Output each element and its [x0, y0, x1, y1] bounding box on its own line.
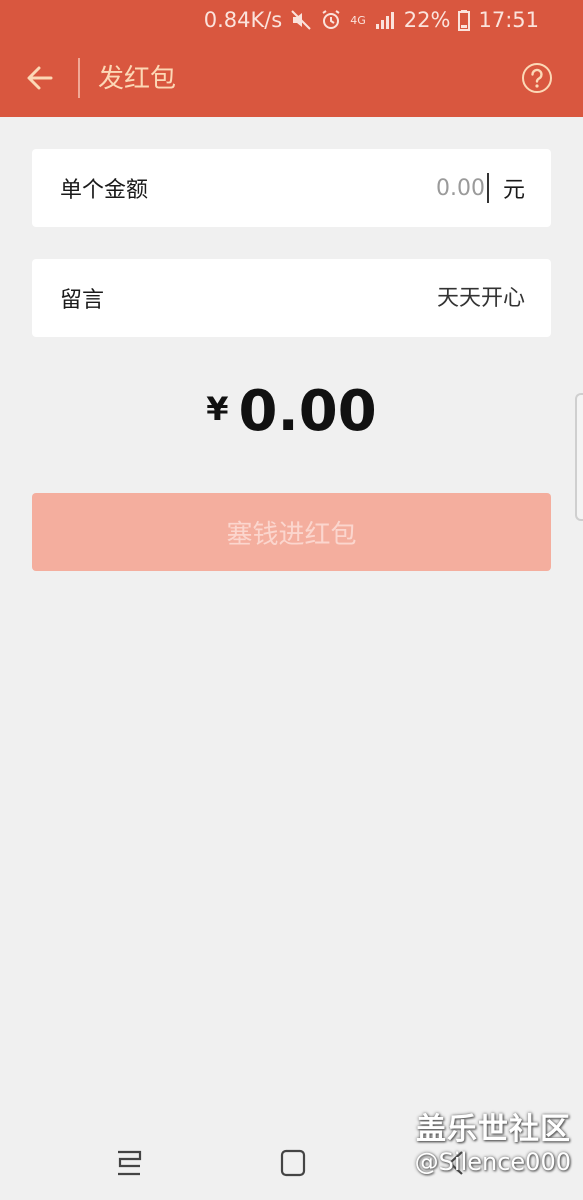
- battery-level: 22%: [403, 8, 451, 32]
- edge-panel-handle[interactable]: [575, 393, 583, 521]
- total-amount: ¥ 0.00: [0, 380, 583, 444]
- recent-apps-icon[interactable]: [112, 1148, 146, 1178]
- home-icon[interactable]: [278, 1148, 308, 1178]
- screen: 0.84K/s 4G 22% 17:51 发红包 单个金额 0.00 元 留言 …: [0, 0, 583, 1200]
- watermark-user: @Silence000: [414, 1148, 571, 1176]
- alarm-icon: [320, 9, 342, 31]
- signal-icon: [374, 9, 396, 31]
- header-divider: [78, 58, 80, 98]
- message-label: 留言: [60, 288, 105, 313]
- network-4g-icon: 4G: [350, 13, 366, 27]
- total-value: 0.00: [238, 379, 377, 444]
- currency-symbol: ¥: [206, 390, 229, 428]
- mute-icon: [290, 9, 312, 31]
- help-icon[interactable]: [521, 62, 553, 94]
- page-title: 发红包: [98, 64, 177, 94]
- app-bar: 发红包: [0, 40, 583, 117]
- amount-input[interactable]: [366, 175, 487, 201]
- text-caret: [486, 173, 489, 203]
- amount-label: 单个金额: [60, 178, 149, 203]
- back-arrow-icon[interactable]: [24, 62, 56, 94]
- message-input[interactable]: [305, 285, 525, 311]
- status-bar: 0.84K/s 4G 22% 17:51: [0, 0, 583, 40]
- amount-unit: 元: [502, 178, 525, 203]
- watermark-title: 盖乐世社区: [416, 1112, 571, 1147]
- message-card: 留言: [32, 259, 551, 337]
- submit-button[interactable]: 塞钱进红包: [32, 493, 551, 571]
- amount-input-group: 元: [366, 172, 525, 204]
- battery-icon: [458, 9, 471, 31]
- message-input-group: [305, 285, 525, 311]
- amount-card: 单个金额 元: [32, 149, 551, 227]
- clock: 17:51: [478, 8, 539, 32]
- network-speed: 0.84K/s: [203, 8, 283, 32]
